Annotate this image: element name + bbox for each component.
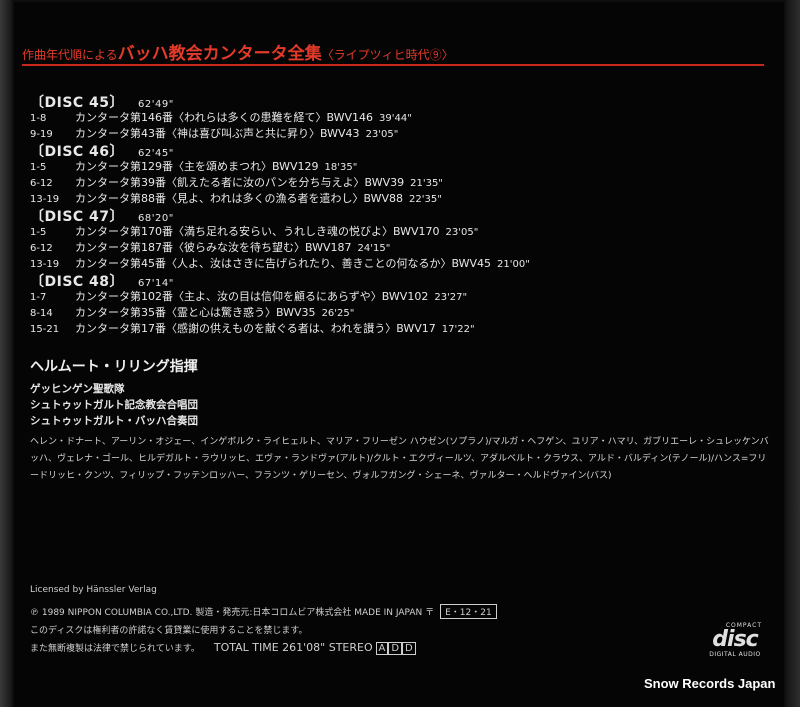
copy-notice: また無断複製は法律で禁じられています。 xyxy=(30,644,200,654)
title-divider xyxy=(22,64,764,66)
track-numbers: 1-8 xyxy=(30,113,47,124)
track-numbers: 1-7 xyxy=(30,292,47,303)
track-duration: 24'15" xyxy=(357,243,391,254)
track-row: 1-8 カンタータ第146番〈われらは多くの患難を経て〉BWV146 39'44" xyxy=(30,109,750,125)
track-duration: 21'35" xyxy=(410,178,443,189)
track-list: 〔DISC 45〕 62'49" 1-8 カンタータ第146番〈われらは多くの患難を… xyxy=(30,92,750,336)
track-duration: 23'27" xyxy=(434,292,468,303)
track-row: 1-5 カンタータ第170番〈満ち足れる安らい、うれしき魂の悦びよ〉BWV170 2… xyxy=(30,223,750,239)
compact-disc-logo: COMPACT disc DIGITAL AUDIO xyxy=(700,622,770,658)
track-numbers: 1-5 xyxy=(30,227,47,238)
cd-logo-bottom: DIGITAL AUDIO xyxy=(709,651,761,658)
track-numbers: 6-12 xyxy=(30,243,53,254)
album-title: 作曲年代順によるバッハ教会カンタータ全集〈ライプツィヒ時代⑨〉 xyxy=(22,39,762,64)
copyright-line: ℗ 1989 NIPPON COLUMBIA CO.,LTD. 製造・発売元:日… xyxy=(30,604,497,619)
add-code: D xyxy=(402,642,416,655)
disc-header: 〔DISC 45〕 62'49" xyxy=(30,92,750,111)
track-duration: 22'35" xyxy=(409,194,442,205)
track-duration: 23'05" xyxy=(365,129,399,140)
add-code: D xyxy=(388,642,403,655)
disc-header: 〔DISC 47〕 68'20" xyxy=(30,206,750,225)
disc-header: 〔DISC 46〕 62'45" xyxy=(30,141,750,160)
track-title: カンタータ第187番〈彼らみな汝を待ち望む〉BWV187 xyxy=(75,241,352,254)
catalog-number: E・12・21 xyxy=(440,604,497,619)
license-line: Licensed by Hänssler Verlag xyxy=(30,585,157,595)
conductor-credit: ヘルムート・リリング指揮 xyxy=(30,359,198,375)
track-title: カンタータ第39番〈飢えたる者に汝のパンを分ち与えよ〉BWV39 xyxy=(75,176,405,189)
track-title: カンタータ第170番〈満ち足れる安らい、うれしき魂の悦びよ〉BWV170 xyxy=(75,225,440,238)
track-duration: 18'35" xyxy=(324,162,358,173)
track-numbers: 6-12 xyxy=(30,178,53,189)
ensemble-credit: シュトゥットガルト・バッハ合奏団 xyxy=(30,415,198,427)
track-row: 13-19 カンタータ第45番〈人よ、汝はさきに告げられたり、善きことの何なるか〉… xyxy=(30,255,750,271)
track-title: カンタータ第102番〈主よ、汝の目は信仰を顧るにあらずや〉BWV102 xyxy=(75,290,429,303)
title-prefix: 作曲年代順による xyxy=(22,48,118,62)
track-numbers: 13-19 xyxy=(30,259,60,270)
soloists-credit: ヘレン・ドナート、アーリン・オジェー、インゲボルク・ライヒェルト、マリア・フリー… xyxy=(30,437,769,481)
track-numbers: 15-21 xyxy=(30,324,60,335)
ensemble-credit: シュトゥットガルト記念教会合唱団 xyxy=(30,399,198,411)
track-numbers: 9-19 xyxy=(30,129,53,140)
bottom-line: また無断複製は法律で禁じられています。 TOTAL TIME 261'08" ST… xyxy=(30,641,416,655)
track-title: カンタータ第146番〈われらは多くの患難を経て〉BWV146 xyxy=(75,111,373,124)
track-row: 13-19 カンタータ第88番〈見よ、われは多くの漁る者を遣わし〉BWV88 22'… xyxy=(30,190,750,206)
track-title: カンタータ第88番〈見よ、われは多くの漁る者を遣わし〉BWV88 xyxy=(75,192,403,205)
track-duration: 21'00" xyxy=(497,259,530,270)
add-code: A xyxy=(375,642,389,655)
track-row: 6-12 カンタータ第39番〈飢えたる者に汝のパンを分ち与えよ〉BWV39 21'3… xyxy=(30,174,750,190)
track-row: 15-21 カンタータ第17番〈感謝の供えものを献ぐる者は、われを讃う〉BWV17… xyxy=(30,320,750,336)
cd-logo-main: disc xyxy=(712,627,758,652)
track-numbers: 8-14 xyxy=(30,308,53,319)
watermark: Snow Records Japan xyxy=(644,676,776,691)
ensemble-credit: ゲッヒンゲン聖歌隊 xyxy=(30,383,125,395)
title-suffix: 〈ライプツィヒ時代⑨〉 xyxy=(321,48,454,62)
total-time: TOTAL TIME 261'08" STEREO xyxy=(213,641,373,654)
track-title: カンタータ第35番〈霊と心は驚き惑う〉BWV35 xyxy=(75,306,316,319)
track-title: カンタータ第17番〈感謝の供えものを献ぐる者は、われを讃う〉BWV17 xyxy=(75,322,436,335)
track-row: 9-19 カンタータ第43番〈神は喜び叫ぶ声と共に昇り〉BWV43 23'05" xyxy=(30,125,750,141)
track-row: 1-5 カンタータ第129番〈主を頌めまつれ〉BWV129 18'35" xyxy=(30,158,750,174)
copyright-text: ℗ 1989 NIPPON COLUMBIA CO.,LTD. 製造・発売元:日… xyxy=(30,608,435,618)
left-spine xyxy=(0,0,12,707)
track-numbers: 13-19 xyxy=(30,194,60,205)
disc-header: 〔DISC 48〕 67'14" xyxy=(30,271,750,290)
rental-notice: このディスクは権利者の許諾なく賃貸業に使用することを禁じます。 xyxy=(30,626,308,636)
track-duration: 23'05" xyxy=(445,227,479,238)
track-title: カンタータ第45番〈人よ、汝はさきに告げられたり、善きことの何なるか〉BWV45 xyxy=(75,257,491,270)
track-row: 6-12 カンタータ第187番〈彼らみな汝を待ち望む〉BWV187 24'15" xyxy=(30,239,750,255)
title-main: バッハ教会カンタータ全集 xyxy=(117,44,322,64)
track-duration: 26'25" xyxy=(321,308,355,319)
track-title: カンタータ第43番〈神は喜び叫ぶ声と共に昇り〉BWV43 xyxy=(75,127,360,140)
track-row: 1-7 カンタータ第102番〈主よ、汝の目は信仰を顧るにあらずや〉BWV102 23… xyxy=(30,288,750,304)
track-numbers: 1-5 xyxy=(30,162,47,173)
right-spine xyxy=(786,0,800,707)
track-duration: 39'44" xyxy=(379,113,412,124)
track-row: 8-14 カンタータ第35番〈霊と心は驚き惑う〉BWV35 26'25" xyxy=(30,304,750,320)
track-title: カンタータ第129番〈主を頌めまつれ〉BWV129 xyxy=(75,160,319,173)
track-duration: 17'22" xyxy=(441,324,475,335)
